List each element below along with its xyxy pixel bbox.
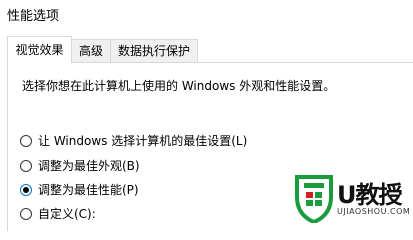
option-custom[interactable]: 自定义(C):	[20, 205, 96, 223]
option-label: 调整为最佳性能(P)	[38, 183, 139, 197]
watermark: U教授 UJIAOSHOU.COM	[292, 163, 413, 230]
option-label: 自定义(C):	[38, 207, 96, 221]
tab-strip: 视觉效果 高级 数据执行保护	[0, 36, 413, 63]
tab-advanced[interactable]: 高级	[71, 39, 111, 62]
title-bar: 性能选项	[0, 0, 413, 28]
radio-best-performance[interactable]	[20, 184, 32, 196]
radio-best-appearance[interactable]	[20, 160, 32, 172]
option-label: 调整为最佳外观(B)	[38, 159, 140, 173]
tab-data-execution-prevention[interactable]: 数据执行保护	[110, 39, 198, 62]
window-title: 性能选项	[7, 9, 60, 24]
shield-logo-icon	[295, 175, 333, 223]
panel-description: 选择你想在此计算机上使用的 Windows 外观和性能设置。	[22, 79, 336, 93]
option-best-appearance[interactable]: 调整为最佳外观(B)	[20, 157, 140, 175]
tab-visual-effects[interactable]: 视觉效果	[7, 36, 72, 63]
watermark-url: UJIAOSHOU.COM	[337, 207, 411, 216]
option-best-performance[interactable]: 调整为最佳性能(P)	[20, 181, 139, 199]
radio-custom[interactable]	[20, 208, 32, 220]
option-label: 让 Windows 选择计算机的最佳设置(L)	[38, 134, 248, 148]
radio-let-windows-choose[interactable]	[20, 135, 32, 147]
option-let-windows-choose[interactable]: 让 Windows 选择计算机的最佳设置(L)	[20, 132, 247, 150]
watermark-brand: U教授	[337, 181, 402, 209]
